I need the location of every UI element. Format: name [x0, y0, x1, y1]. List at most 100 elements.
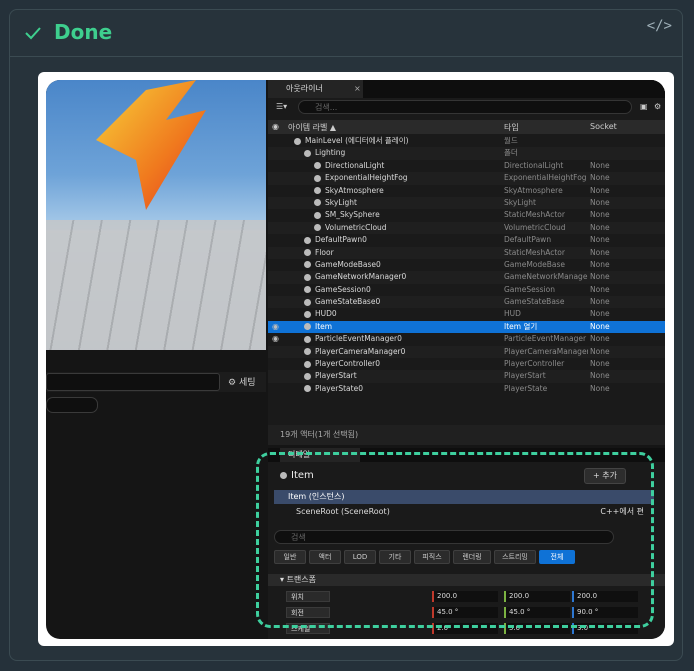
outliner-row[interactable]: HUD0 HUD None: [268, 308, 665, 320]
row-socket: None: [590, 197, 610, 207]
row-name-text: SkyLight: [325, 197, 357, 207]
actor-icon: [314, 174, 321, 182]
row-socket: None: [590, 160, 610, 170]
row-socket: None: [590, 173, 610, 183]
actor-icon: [304, 149, 311, 157]
settings-button[interactable]: ⚙ 세팅: [228, 375, 256, 388]
row-socket: None: [590, 259, 610, 269]
row-type: ExponentialHeightFog: [504, 173, 587, 183]
filter-icon[interactable]: ☰▾: [276, 102, 287, 111]
row-name-text: GameNetworkManager0: [315, 272, 407, 282]
done-header: Done </>: [10, 10, 682, 57]
outliner-status: 19개 액터(1개 선택됨): [268, 425, 665, 445]
row-type: PlayerController: [504, 359, 565, 369]
column-type[interactable]: 타입: [504, 122, 519, 133]
row-type: 폴더: [504, 148, 518, 158]
settings-label: 세팅: [238, 378, 256, 388]
row-socket: None: [590, 346, 610, 356]
outliner-row[interactable]: SkyLight SkyLight None: [268, 196, 665, 210]
code-icon[interactable]: </>: [647, 18, 672, 34]
check-icon: [25, 27, 41, 40]
row-name-text: Item: [315, 321, 333, 331]
close-icon[interactable]: ×: [354, 80, 361, 98]
star-mesh-icon: [96, 80, 206, 210]
row-name-text: GameSession0: [315, 284, 371, 294]
screenshot-card: ⚙ 세팅 아웃라이너 × ☰▾ 검색... ▣ ⚙ ◉ 아이템 라벨 ▲ 타입 …: [38, 72, 674, 646]
row-socket: None: [590, 210, 610, 220]
outliner-row[interactable]: Floor StaticMeshActor None: [268, 246, 665, 259]
tab-outliner[interactable]: 아웃라이너: [268, 80, 363, 98]
outliner-column-header: ◉ 아이템 라벨 ▲ 타입 Socket: [268, 120, 665, 134]
eye-column-icon[interactable]: ◉: [272, 122, 279, 131]
eye-icon[interactable]: ◉: [272, 321, 279, 333]
column-label[interactable]: 아이템 라벨 ▲: [288, 122, 336, 133]
outliner-row[interactable]: PlayerState0 PlayerState None: [268, 383, 665, 395]
outliner-row[interactable]: GameModeBase0 GameModeBase None: [268, 259, 665, 271]
row-name: HUD0: [304, 308, 337, 320]
outliner-row[interactable]: ◉ Item Item 열기 None: [268, 320, 665, 334]
row-socket: None: [590, 359, 610, 369]
row-name: GameSession0: [304, 284, 371, 296]
row-type: GameSession: [504, 284, 555, 294]
actor-icon: [304, 249, 311, 257]
outliner-row[interactable]: DirectionalLight DirectionalLight None: [268, 160, 665, 172]
actor-icon: [304, 236, 311, 244]
outliner-row[interactable]: PlayerController0 PlayerController None: [268, 358, 665, 370]
row-name-text: ParticleEventManager0: [315, 334, 402, 344]
actor-icon: [304, 273, 311, 281]
outliner-row[interactable]: SkyAtmosphere SkyAtmosphere None: [268, 185, 665, 197]
details-highlight: [256, 452, 654, 628]
left-dropdown[interactable]: [46, 373, 220, 391]
row-name-text: SM_SkySphere: [325, 210, 380, 220]
row-socket: None: [590, 185, 610, 195]
row-type: GameNetworkManager: [504, 272, 588, 282]
column-socket[interactable]: Socket: [590, 122, 617, 131]
outliner-row[interactable]: DefaultPawn0 DefaultPawn None: [268, 234, 665, 246]
row-type: DefaultPawn: [504, 235, 552, 245]
actor-icon: [304, 372, 311, 380]
status-title: Done: [54, 20, 113, 44]
row-name-text: PlayerState0: [315, 383, 363, 393]
row-name-text: MainLevel (에디터에서 플레이): [305, 136, 409, 145]
eye-icon[interactable]: ◉: [272, 333, 279, 345]
row-name: PlayerCameraManager0: [304, 346, 405, 358]
row-type: GameStateBase: [504, 297, 565, 307]
row-socket: None: [590, 284, 610, 294]
outliner-row[interactable]: PlayerStart PlayerStart None: [268, 370, 665, 383]
outliner-row[interactable]: MainLevel (에디터에서 플레이) 월드: [268, 135, 665, 147]
row-socket: None: [590, 272, 610, 282]
left-dropdown-small[interactable]: [46, 397, 98, 413]
tab-label: 아웃라이너: [286, 84, 323, 93]
outliner-row[interactable]: Lighting 폴더: [268, 147, 665, 160]
row-socket: None: [590, 235, 610, 245]
outliner-row[interactable]: GameStateBase0 GameStateBase None: [268, 296, 665, 309]
row-name: VolumetricCloud: [314, 222, 387, 234]
row-type: PlayerState: [504, 383, 548, 393]
outliner-row[interactable]: PlayerCameraManager0 PlayerCameraManager N…: [268, 345, 665, 359]
row-socket: None: [590, 247, 610, 257]
gear-icon[interactable]: ⚙: [654, 102, 661, 111]
row-socket: None: [590, 383, 610, 393]
actor-icon: [314, 162, 321, 170]
row-socket: None: [590, 222, 610, 232]
outliner-search-input[interactable]: 검색...: [298, 100, 632, 114]
row-socket: None: [590, 371, 610, 381]
outliner-row[interactable]: ◉ ParticleEventManager0 ParticleEventManag…: [268, 333, 665, 345]
outliner-row[interactable]: GameSession0 GameSession None: [268, 284, 665, 296]
actor-icon: [304, 310, 311, 318]
actor-icon: [304, 360, 311, 368]
row-type: 월드: [504, 136, 518, 145]
outliner-row[interactable]: ExponentialHeightFog ExponentialHeightFog…: [268, 172, 665, 185]
outliner-row[interactable]: VolumetricCloud VolumetricCloud None: [268, 221, 665, 235]
actor-icon: [314, 187, 321, 195]
folder-add-icon[interactable]: ▣: [640, 102, 648, 111]
outliner-rows: MainLevel (에디터에서 플레이) 월드 Lighting 폴더 Directi…: [268, 135, 665, 395]
editor-screenshot: ⚙ 세팅 아웃라이너 × ☰▾ 검색... ▣ ⚙ ◉ 아이템 라벨 ▲ 타입 …: [46, 80, 665, 639]
actor-icon: [314, 224, 321, 232]
level-viewport[interactable]: [46, 80, 266, 350]
row-type: ParticleEventManager: [504, 334, 587, 344]
row-name-text: Floor: [315, 247, 334, 257]
outliner-row[interactable]: SM_SkySphere StaticMeshActor None: [268, 209, 665, 221]
outliner-row[interactable]: GameNetworkManager0 GameNetworkManager Non…: [268, 271, 665, 284]
actor-icon: [314, 199, 321, 207]
